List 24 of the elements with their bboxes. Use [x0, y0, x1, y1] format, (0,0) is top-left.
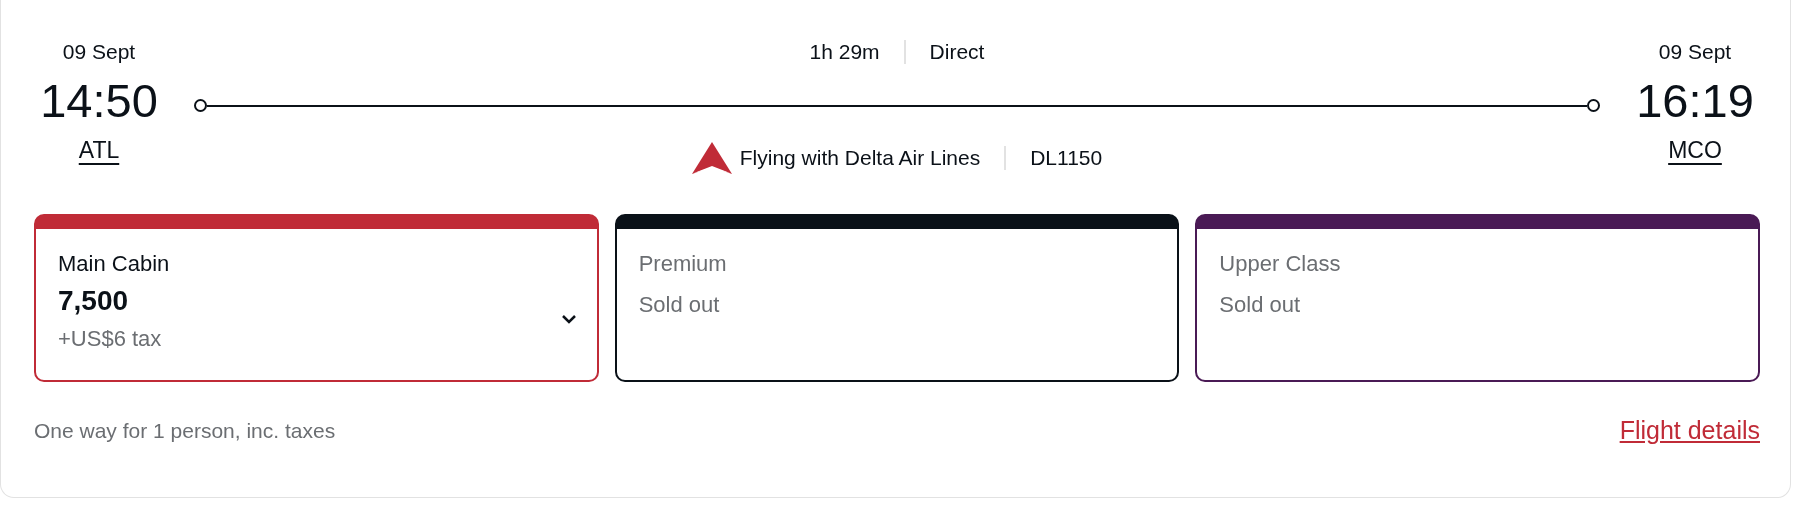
cabin-name: Main Cabin: [58, 250, 170, 278]
date-label: 09 Sept: [62, 39, 136, 65]
tax-label: +US$6 tax: [58, 325, 162, 353]
time-label: 16:19: [1636, 72, 1754, 129]
cabin-option[interactable]: Premium Sold out: [614, 214, 1180, 382]
airport-link[interactable]: ATL: [78, 133, 120, 168]
cabin-option[interactable]: Main Cabin 7,500 +US$6 tax: [34, 214, 599, 382]
airport-link[interactable]: MCO: [1668, 133, 1722, 168]
chevron-down-icon: [560, 314, 577, 324]
stops-label: Direct: [929, 39, 985, 66]
cabin-option[interactable]: Upper Class Sold out: [1195, 214, 1760, 382]
duration: 1h 29m: [809, 39, 880, 66]
cabin-name: Upper Class: [1219, 250, 1341, 278]
price: 7,500: [58, 284, 129, 318]
time-label: 14:50: [40, 72, 158, 129]
sold-out-label: Sold out: [1219, 291, 1301, 319]
operator-label: Flying with Delta Air Lines: [739, 145, 981, 172]
triangle-logo-icon: [691, 142, 732, 174]
cabin-name: Premium: [638, 250, 727, 278]
sold-out-label: Sold out: [638, 291, 720, 319]
flight-details-link[interactable]: Flight details: [1619, 412, 1760, 450]
flight-number: DL1150: [1030, 145, 1103, 172]
date-label: 09 Sept: [1658, 39, 1732, 65]
fare-note: One way for 1 person, inc. taxes: [34, 418, 336, 444]
